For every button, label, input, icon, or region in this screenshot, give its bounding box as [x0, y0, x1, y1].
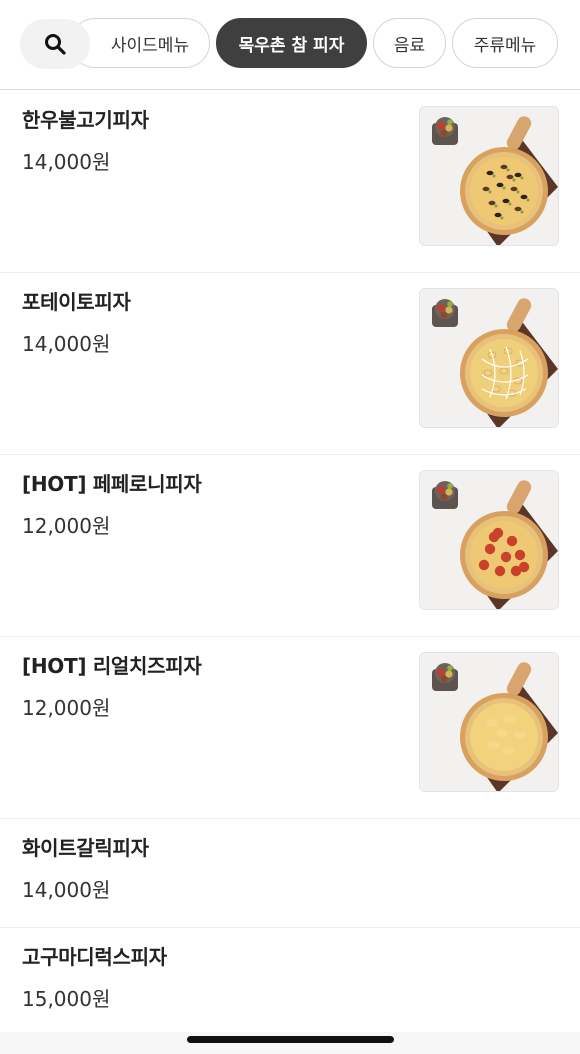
- pizza-image: [419, 652, 559, 792]
- pizza-image: [419, 470, 559, 610]
- menu-item-price: 12,000원: [22, 696, 111, 720]
- menu-item-price: 12,000원: [22, 514, 111, 538]
- menu-item[interactable]: 포테이토피자 14,000원: [0, 273, 580, 455]
- pizza-image: [419, 106, 559, 246]
- chip-label: 음료: [393, 35, 426, 56]
- menu-screen: 사이드메뉴 목우촌 참 피자 음료 주류메뉴 한우불고기피자 14,000원 포…: [0, 0, 580, 1054]
- menu-item[interactable]: [HOT] 리얼치즈피자 12,000원: [0, 637, 580, 819]
- menu-item[interactable]: 고구마디럭스피자 15,000원: [0, 928, 580, 1037]
- chip-side-menu[interactable]: 사이드메뉴: [70, 18, 210, 68]
- home-indicator[interactable]: [187, 1036, 394, 1043]
- chip-drinks[interactable]: 음료: [373, 18, 446, 68]
- menu-item-price: 14,000원: [22, 332, 111, 356]
- chip-label: 사이드메뉴: [110, 35, 190, 56]
- menu-list: 한우불고기피자 14,000원 포테이토피자 14,000원 [HOT] 페페로…: [0, 91, 580, 1037]
- menu-item-price: 14,000원: [22, 878, 111, 902]
- menu-item-name: 한우불고기피자: [22, 108, 149, 132]
- search-button[interactable]: [20, 19, 90, 69]
- menu-item-price: 14,000원: [22, 150, 111, 174]
- menu-item[interactable]: 한우불고기피자 14,000원: [0, 91, 580, 273]
- menu-item-name: 포테이토피자: [22, 290, 131, 314]
- chip-liquor[interactable]: 주류메뉴: [452, 18, 558, 68]
- menu-item-name: [HOT] 리얼치즈피자: [22, 654, 202, 678]
- chip-label: 목우촌 참 피자: [238, 35, 345, 56]
- menu-item[interactable]: 화이트갈릭피자 14,000원: [0, 819, 580, 928]
- chip-label: 주류메뉴: [473, 35, 537, 56]
- pizza-image: [419, 288, 559, 428]
- menu-item-name: [HOT] 페페로니피자: [22, 472, 202, 496]
- menu-item-name: 고구마디럭스피자: [22, 945, 167, 969]
- search-icon: [45, 34, 66, 55]
- menu-item[interactable]: [HOT] 페페로니피자 12,000원: [0, 455, 580, 637]
- menu-item-name: 화이트갈릭피자: [22, 836, 149, 860]
- category-bar: 사이드메뉴 목우촌 참 피자 음료 주류메뉴: [0, 0, 580, 90]
- menu-item-price: 15,000원: [22, 987, 111, 1011]
- chip-pizza[interactable]: 목우촌 참 피자: [216, 18, 367, 68]
